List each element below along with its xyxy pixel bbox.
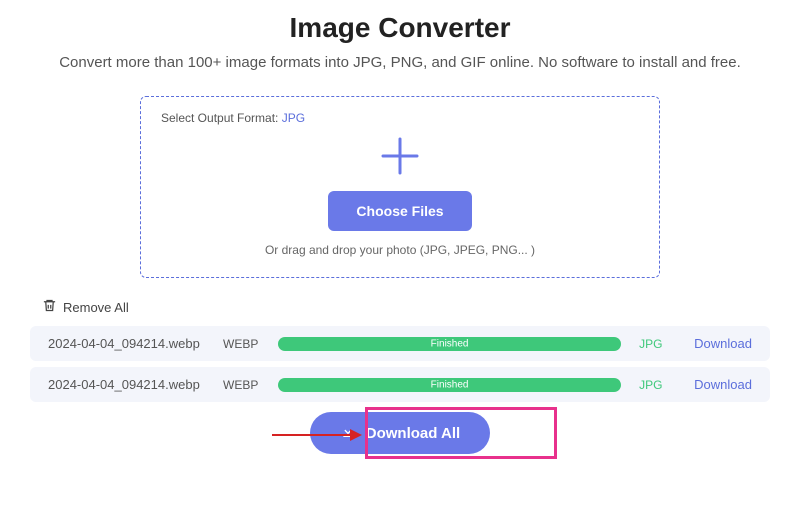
download-all-button[interactable]: Download All — [310, 412, 490, 454]
progress-status: Finished — [431, 338, 469, 349]
remove-all-label: Remove All — [63, 300, 129, 315]
progress-bar: Finished — [278, 337, 621, 351]
file-row: 2024-04-04_094214.webp WEBP Finished JPG… — [30, 326, 770, 361]
file-output-ext: JPG — [639, 378, 694, 392]
remove-all-button[interactable]: Remove All — [42, 298, 770, 316]
trash-icon — [42, 298, 57, 316]
file-row: 2024-04-04_094214.webp WEBP Finished JPG… — [30, 367, 770, 402]
progress-status: Finished — [431, 379, 469, 390]
file-name: 2024-04-04_094214.webp — [48, 336, 223, 351]
file-input-ext: WEBP — [223, 337, 278, 351]
file-name: 2024-04-04_094214.webp — [48, 377, 223, 392]
page-title: Image Converter — [30, 12, 770, 44]
output-format-row: Select Output Format: JPG — [161, 111, 639, 125]
download-link[interactable]: Download — [694, 336, 752, 351]
output-format-value[interactable]: JPG — [282, 111, 305, 125]
dropzone[interactable]: Select Output Format: JPG Choose Files O… — [140, 96, 660, 278]
output-format-label: Select Output Format: — [161, 111, 278, 125]
page-subtitle: Convert more than 100+ image formats int… — [30, 54, 770, 71]
choose-files-button[interactable]: Choose Files — [328, 191, 471, 231]
download-icon — [340, 423, 356, 443]
progress-bar: Finished — [278, 378, 621, 392]
download-link[interactable]: Download — [694, 377, 752, 392]
plus-icon[interactable] — [377, 133, 423, 179]
dropzone-hint: Or drag and drop your photo (JPG, JPEG, … — [161, 243, 639, 257]
file-output-ext: JPG — [639, 337, 694, 351]
download-all-label: Download All — [366, 425, 460, 442]
file-input-ext: WEBP — [223, 378, 278, 392]
